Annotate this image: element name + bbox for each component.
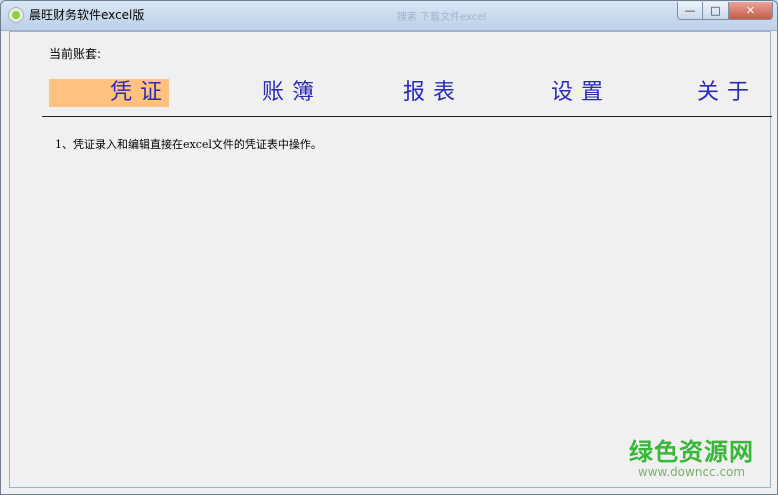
watermark-text: 绿色资源网 xyxy=(629,438,754,466)
title-bar[interactable]: 晨旺财务软件excel版 搜索 下载文件excel — □ ✕ xyxy=(1,1,777,31)
window-title: 晨旺财务软件excel版 xyxy=(29,8,145,22)
app-window: 晨旺财务软件excel版 搜索 下载文件excel — □ ✕ 当前账套: 凭证… xyxy=(0,0,778,495)
close-button[interactable]: ✕ xyxy=(729,2,773,20)
menu-voucher[interactable]: 凭证 xyxy=(49,79,169,107)
window-controls: — □ ✕ xyxy=(677,2,773,20)
minimize-button[interactable]: — xyxy=(677,2,703,20)
ghost-search-text: 搜索 下载文件excel xyxy=(397,12,487,23)
menu-separator xyxy=(42,116,772,117)
app-logo-icon xyxy=(8,7,24,23)
watermark: 绿色资源网 www.downcc.com xyxy=(629,439,754,479)
menu-settings[interactable]: 设置 xyxy=(551,79,611,107)
menu-ledger[interactable]: 账簿 xyxy=(262,79,322,107)
client-area: 当前账套: 凭证 账簿 报表 设置 关于 1、凭证录入和编辑直接在excel文件… xyxy=(9,31,772,488)
maximize-button[interactable]: □ xyxy=(703,2,729,20)
menu-report[interactable]: 报表 xyxy=(403,79,463,107)
instruction-note: 1、凭证录入和编辑直接在excel文件的凭证表中操作。 xyxy=(55,138,322,151)
account-label: 当前账套: xyxy=(49,47,102,61)
watermark-url: www.downcc.com xyxy=(637,465,746,479)
menu-about[interactable]: 关于 xyxy=(697,79,757,107)
